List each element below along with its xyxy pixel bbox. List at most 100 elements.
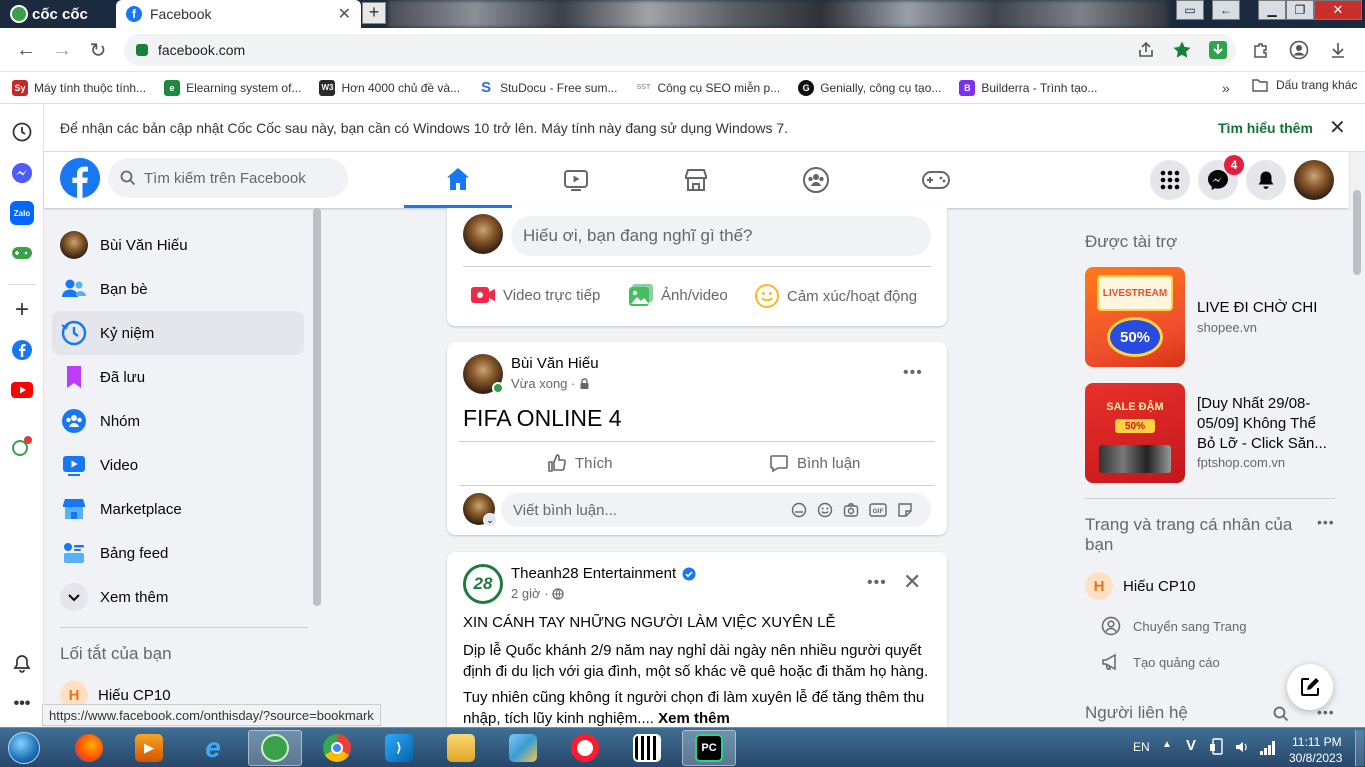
restore-button[interactable]: ❐	[1286, 0, 1314, 20]
taskbar-file-explorer[interactable]	[434, 730, 488, 766]
language-indicator[interactable]: EN	[1133, 740, 1150, 754]
taskbar-coccoc[interactable]	[248, 730, 302, 766]
bookmark-item[interactable]: W3 Hơn 4000 chủ đề và...	[319, 79, 460, 96]
photo-video-button[interactable]: Ảnh/video	[629, 284, 728, 306]
facebook-search-input[interactable]: Tìm kiếm trên Facebook	[108, 158, 348, 198]
extension-icon[interactable]	[10, 434, 34, 458]
back-window-icon[interactable]: ←	[1212, 0, 1240, 20]
downloads-icon[interactable]	[1327, 39, 1349, 61]
screenshot-icon[interactable]: ▭	[1176, 0, 1204, 20]
sidebar-item-marketplace[interactable]: Marketplace	[52, 487, 304, 531]
network-icon[interactable]	[1259, 739, 1277, 755]
left-sidebar-scrollbar[interactable]	[313, 208, 321, 606]
notice-learn-more-link[interactable]: Tìm hiểu thêm	[1218, 120, 1313, 136]
new-tab-button[interactable]: +	[362, 2, 386, 24]
live-video-button[interactable]: Video trực tiếp	[471, 286, 600, 304]
post-options-icon[interactable]: •••	[903, 364, 923, 382]
clock-time[interactable]: 11:11 PM	[1292, 735, 1342, 749]
bookmark-item[interactable]: S StuDocu - Free sum...	[478, 79, 617, 96]
download-video-icon[interactable]	[1207, 39, 1229, 61]
reload-button[interactable]: ↻	[86, 38, 110, 62]
nav-tab-watch[interactable]	[522, 152, 630, 208]
account-avatar[interactable]	[1294, 160, 1334, 200]
other-bookmarks-folder[interactable]: Dấu trang khác	[1252, 78, 1357, 92]
create-ad-button[interactable]: Tạo quảng cáo	[1101, 652, 1220, 672]
show-desktop-button[interactable]	[1355, 730, 1364, 766]
composer-input[interactable]: Hiếu ơi, bạn đang nghĩ gì thế?	[511, 216, 931, 256]
taskbar-opera[interactable]	[558, 730, 612, 766]
composer-avatar[interactable]	[463, 214, 503, 254]
bookmark-item[interactable]: e Elearning system of...	[164, 79, 301, 96]
switch-page-button[interactable]: Chuyển sang Trang	[1101, 616, 1246, 636]
comment-button[interactable]: Bình luận	[769, 453, 860, 473]
hide-post-close-icon[interactable]: ✕	[903, 569, 921, 595]
bookmark-item[interactable]: B Builderra - Trình tạo...	[959, 79, 1097, 96]
taskbar-app-cube[interactable]	[496, 730, 550, 766]
facebook-shortcut-icon[interactable]	[10, 338, 34, 362]
pages-options-icon[interactable]: •••	[1317, 514, 1335, 530]
facebook-logo-icon[interactable]	[60, 158, 100, 198]
tray-expand-icon[interactable]: ▲	[1162, 739, 1172, 750]
notifications-bell-icon[interactable]	[10, 652, 34, 676]
post-time[interactable]: 2 giờ ·	[511, 586, 548, 601]
address-bar[interactable]: facebook.com	[124, 34, 1236, 66]
youtube-icon[interactable]	[10, 378, 34, 402]
taskbar-qr-app[interactable]	[620, 730, 674, 766]
sidebar-item-profile[interactable]: Bùi Văn Hiếu	[52, 223, 304, 267]
contacts-search-icon[interactable]	[1273, 706, 1289, 722]
taskbar-pycharm[interactable]: PC	[682, 730, 736, 766]
nav-tab-home[interactable]	[404, 152, 512, 208]
volume-icon[interactable]	[1234, 739, 1250, 755]
post-author-name[interactable]: Theanh28 Entertainment	[511, 565, 676, 582]
sidebar-item-see-more[interactable]: Xem thêm	[52, 575, 304, 619]
sidebar-item-memories[interactable]: Kỷ niệm	[52, 311, 304, 355]
back-button[interactable]: ←	[14, 38, 38, 62]
notifications-button[interactable]	[1246, 160, 1286, 200]
post-author-name[interactable]: Bùi Văn Hiếu	[511, 355, 599, 372]
window-close-button[interactable]: ✕	[1314, 0, 1362, 20]
new-message-button[interactable]	[1287, 664, 1333, 710]
bookmark-item[interactable]: Sy Máy tính thuộc tính...	[12, 79, 146, 96]
comment-input[interactable]: Viết bình luận... GIF	[501, 493, 931, 527]
tray-vpn-icon[interactable]: V	[1186, 737, 1196, 754]
more-options-icon[interactable]: •••	[10, 692, 34, 716]
post-time[interactable]: Vừa xong ·	[511, 376, 575, 391]
nav-tab-groups[interactable]	[762, 152, 870, 208]
feeling-activity-button[interactable]: Cảm xúc/hoạt động	[755, 284, 917, 308]
like-button[interactable]: Thích	[547, 453, 613, 473]
forward-button[interactable]: →	[50, 38, 74, 62]
notice-close-icon[interactable]: ✕	[1329, 115, 1346, 140]
taskbar-vscode[interactable]: ⟩	[372, 730, 426, 766]
sidebar-item-video[interactable]: Video	[52, 443, 304, 487]
post-options-icon[interactable]: •••	[867, 574, 887, 592]
browser-tab-facebook[interactable]: f Facebook ✕	[116, 0, 361, 28]
bookmarks-overflow-button[interactable]: »	[1222, 80, 1230, 96]
bookmark-item[interactable]: G Genially, công cụ tạo...	[798, 79, 941, 96]
extensions-icon[interactable]	[1250, 39, 1272, 61]
minimize-button[interactable]: ▁	[1258, 0, 1286, 20]
start-button[interactable]	[2, 730, 46, 766]
share-icon[interactable]	[1135, 39, 1157, 61]
tab-close-icon[interactable]: ✕	[338, 4, 351, 24]
bookmark-star-icon[interactable]	[1171, 39, 1193, 61]
clock-date[interactable]: 30/8/2023	[1289, 751, 1342, 765]
sidebar-item-groups[interactable]: Nhóm	[52, 399, 304, 443]
add-icon[interactable]: +	[10, 296, 34, 323]
sidebar-item-saved[interactable]: Đã lưu	[52, 355, 304, 399]
page-scrollbar[interactable]	[1353, 190, 1361, 275]
ad-image-shopee[interactable]: LIVESTREAM 50%	[1085, 267, 1185, 367]
taskbar-media-player[interactable]: ▶	[122, 730, 176, 766]
zalo-icon[interactable]: Zalo	[10, 201, 34, 225]
page-item[interactable]: H Hiếu CP10	[1085, 572, 1196, 600]
profile-icon[interactable]	[1288, 39, 1310, 61]
history-icon[interactable]	[10, 120, 34, 144]
sidebar-item-feed[interactable]: Bảng feed	[52, 531, 304, 575]
messenger-icon[interactable]	[10, 161, 34, 185]
ad-title[interactable]: [Duy Nhất 29/08-05/09] Không Thể Bỏ Lỡ -…	[1197, 394, 1337, 454]
nav-tab-gaming[interactable]	[882, 152, 990, 208]
coccoc-logo[interactable]: cốc cốc	[10, 4, 88, 24]
see-more-link[interactable]: Xem thêm	[658, 710, 730, 727]
bookmark-item[interactable]: SST Công cụ SEO miễn p...	[635, 79, 780, 96]
taskbar-firefox[interactable]	[62, 730, 116, 766]
avatar-chevron-icon[interactable]: ⌄	[483, 513, 497, 527]
